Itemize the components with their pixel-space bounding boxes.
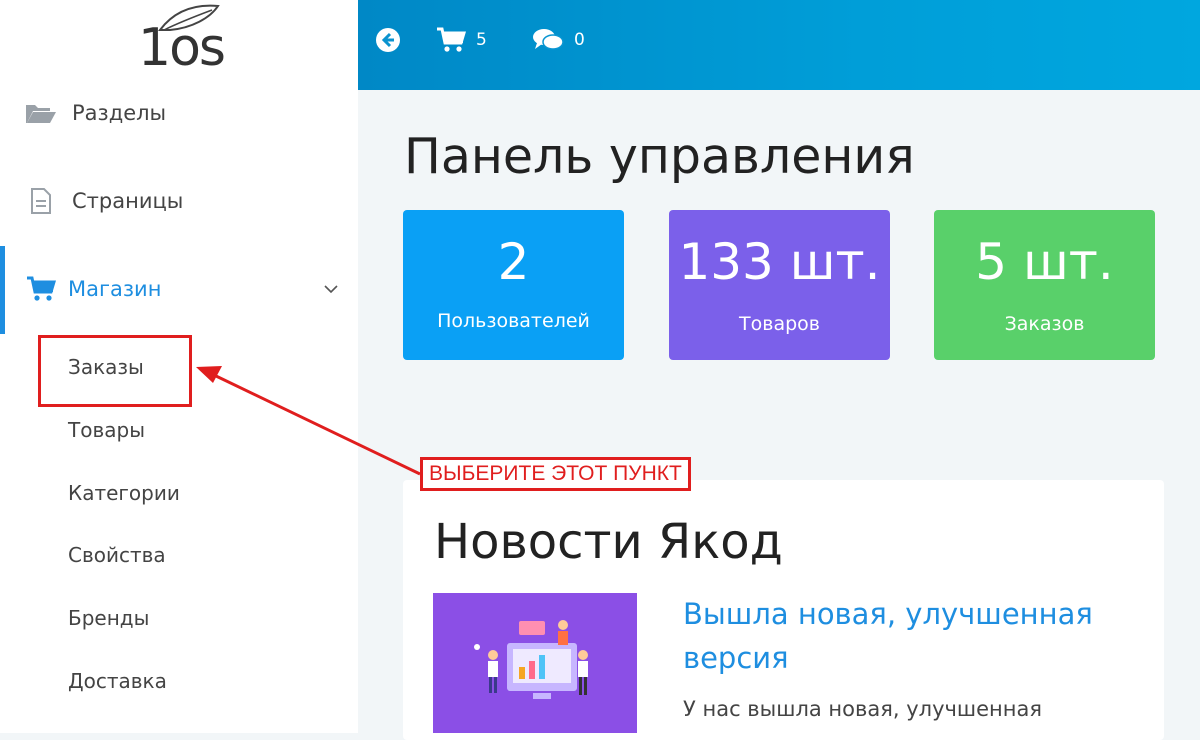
cart-icon (437, 27, 466, 52)
stat-value: 5 шт. (975, 233, 1114, 291)
stat-value: 2 (497, 233, 530, 291)
news-heading: Новости Якод (434, 514, 783, 570)
back-button[interactable] (375, 20, 401, 60)
annotation-label: ВЫБЕРИТЕ ЭТОТ ПУНКТ (420, 457, 691, 491)
sidebar-item-pages[interactable]: Страницы (0, 171, 358, 231)
comments-count: 0 (574, 30, 585, 50)
logo-text: 1os (138, 18, 226, 78)
chevron-down-icon[interactable] (322, 280, 340, 298)
comments-button[interactable]: 0 (532, 20, 585, 60)
stat-value: 133 шт. (678, 233, 881, 291)
stat-card-users[interactable]: 2 Пользователей (403, 210, 624, 360)
cart-count: 5 (476, 30, 487, 50)
submenu-item-products[interactable]: Товары (68, 418, 145, 442)
annotation-highlight-box (38, 335, 192, 407)
sidebar-item-sections[interactable]: Разделы (0, 83, 358, 143)
submenu-item-delivery[interactable]: Доставка (68, 669, 167, 693)
arrow-circle-left-icon (376, 28, 400, 52)
cart-button[interactable]: 5 (436, 20, 487, 60)
page-title: Панель управления (404, 128, 915, 185)
news-link[interactable]: Вышла новая, улучшенная версия (683, 592, 1123, 680)
sidebar-item-label: Страницы (72, 189, 184, 213)
cart-icon (24, 275, 58, 303)
stat-card-products[interactable]: 133 шт. Товаров (669, 210, 890, 360)
submenu-item-categories[interactable]: Категории (68, 481, 180, 505)
logo[interactable]: 1os (0, 0, 358, 90)
stat-label: Заказов (1004, 313, 1085, 335)
news-illustration (433, 593, 637, 733)
top-bar: 5 0 (358, 0, 1200, 90)
sidebar-item-shop[interactable]: Магазин (0, 259, 358, 319)
news-thumbnail[interactable] (433, 593, 637, 733)
stat-label: Пользователей (437, 310, 590, 332)
stat-label: Товаров (739, 313, 820, 335)
comments-icon (533, 29, 564, 50)
news-excerpt: У нас вышла новая, улучшенная (683, 697, 1043, 721)
stat-card-orders[interactable]: 5 шт. Заказов (934, 210, 1155, 360)
submenu-item-properties[interactable]: Свойства (68, 543, 166, 567)
sidebar-item-label: Магазин (68, 277, 162, 301)
sidebar-item-label: Разделы (72, 101, 167, 125)
document-icon (24, 187, 58, 215)
folder-open-icon (24, 99, 58, 127)
submenu-item-brands[interactable]: Бренды (68, 606, 149, 630)
